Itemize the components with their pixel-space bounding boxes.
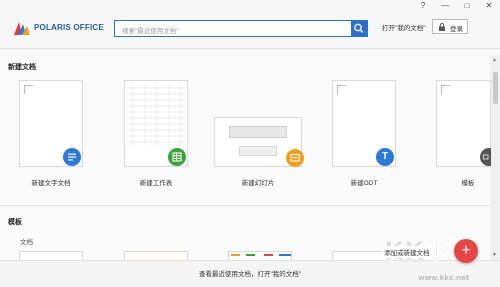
template-label: 模板 [461, 180, 475, 187]
watermark-url: www.kkx.net [418, 274, 470, 282]
template-thumb[interactable] [124, 251, 188, 260]
slide-title-placeholder [229, 126, 287, 138]
search-placeholder: 搜索"最近使用文档" [122, 28, 179, 35]
sheet-badge [168, 148, 186, 166]
lock-icon [439, 23, 445, 31]
scroll-up-icon[interactable]: ▲ [492, 57, 497, 63]
page-corner [24, 85, 33, 94]
new-word-doc-label: 新建文字文档 [31, 180, 71, 187]
template-thumb-colors [231, 254, 291, 256]
templates-subcategory: 文档 [20, 239, 33, 246]
help-button[interactable]: ? [416, 0, 430, 12]
template-thumb[interactable] [19, 251, 83, 260]
brand-name: POLARIS OFFICE [34, 23, 104, 32]
template-thumb[interactable] [228, 251, 292, 260]
login-label: 登录 [450, 26, 463, 33]
maximize-button[interactable]: □ [460, 0, 474, 12]
grid-icon [172, 152, 182, 162]
polaris-logo-icon [14, 22, 30, 35]
new-odt-label: 新建ODT [350, 180, 378, 187]
search-button[interactable] [351, 21, 367, 36]
add-document-button[interactable]: + [454, 239, 478, 263]
open-my-documents-link[interactable]: 打开"我的文档" [382, 22, 426, 32]
word-badge [63, 148, 81, 166]
new-sheet-card[interactable] [124, 80, 188, 167]
search-box[interactable]: 搜索"最近使用文档" [114, 20, 368, 37]
section-title-new-docs: 新建文档 [8, 64, 36, 71]
slide-subtitle-placeholder [239, 146, 277, 156]
search-icon [354, 23, 364, 33]
close-button[interactable]: ✕ [482, 0, 496, 12]
scroll-down-icon[interactable]: ▼ [492, 252, 497, 258]
new-word-doc-card[interactable] [19, 80, 83, 167]
scroll-thumb[interactable] [493, 72, 498, 104]
slide-icon [290, 153, 300, 162]
spreadsheet-grid [127, 84, 185, 146]
slide-badge [286, 149, 304, 167]
new-sheet-label: 新建工作表 [139, 180, 173, 187]
page-corner [337, 85, 346, 94]
section-title-templates: 模板 [8, 219, 22, 226]
template-card[interactable] [436, 80, 498, 167]
section-divider [0, 205, 490, 206]
login-button[interactable]: 登录 [432, 19, 468, 34]
lines-icon [68, 153, 76, 161]
minimize-button[interactable]: — [438, 0, 452, 12]
add-document-tooltip: 添加或新建文档 [382, 246, 432, 258]
header-divider [0, 48, 500, 49]
new-odt-card[interactable]: T [332, 80, 396, 167]
new-slide-label: 新建幻灯片 [241, 180, 275, 187]
new-slide-card[interactable] [214, 117, 304, 167]
T-icon: T [376, 148, 394, 166]
page-corner [441, 85, 450, 94]
